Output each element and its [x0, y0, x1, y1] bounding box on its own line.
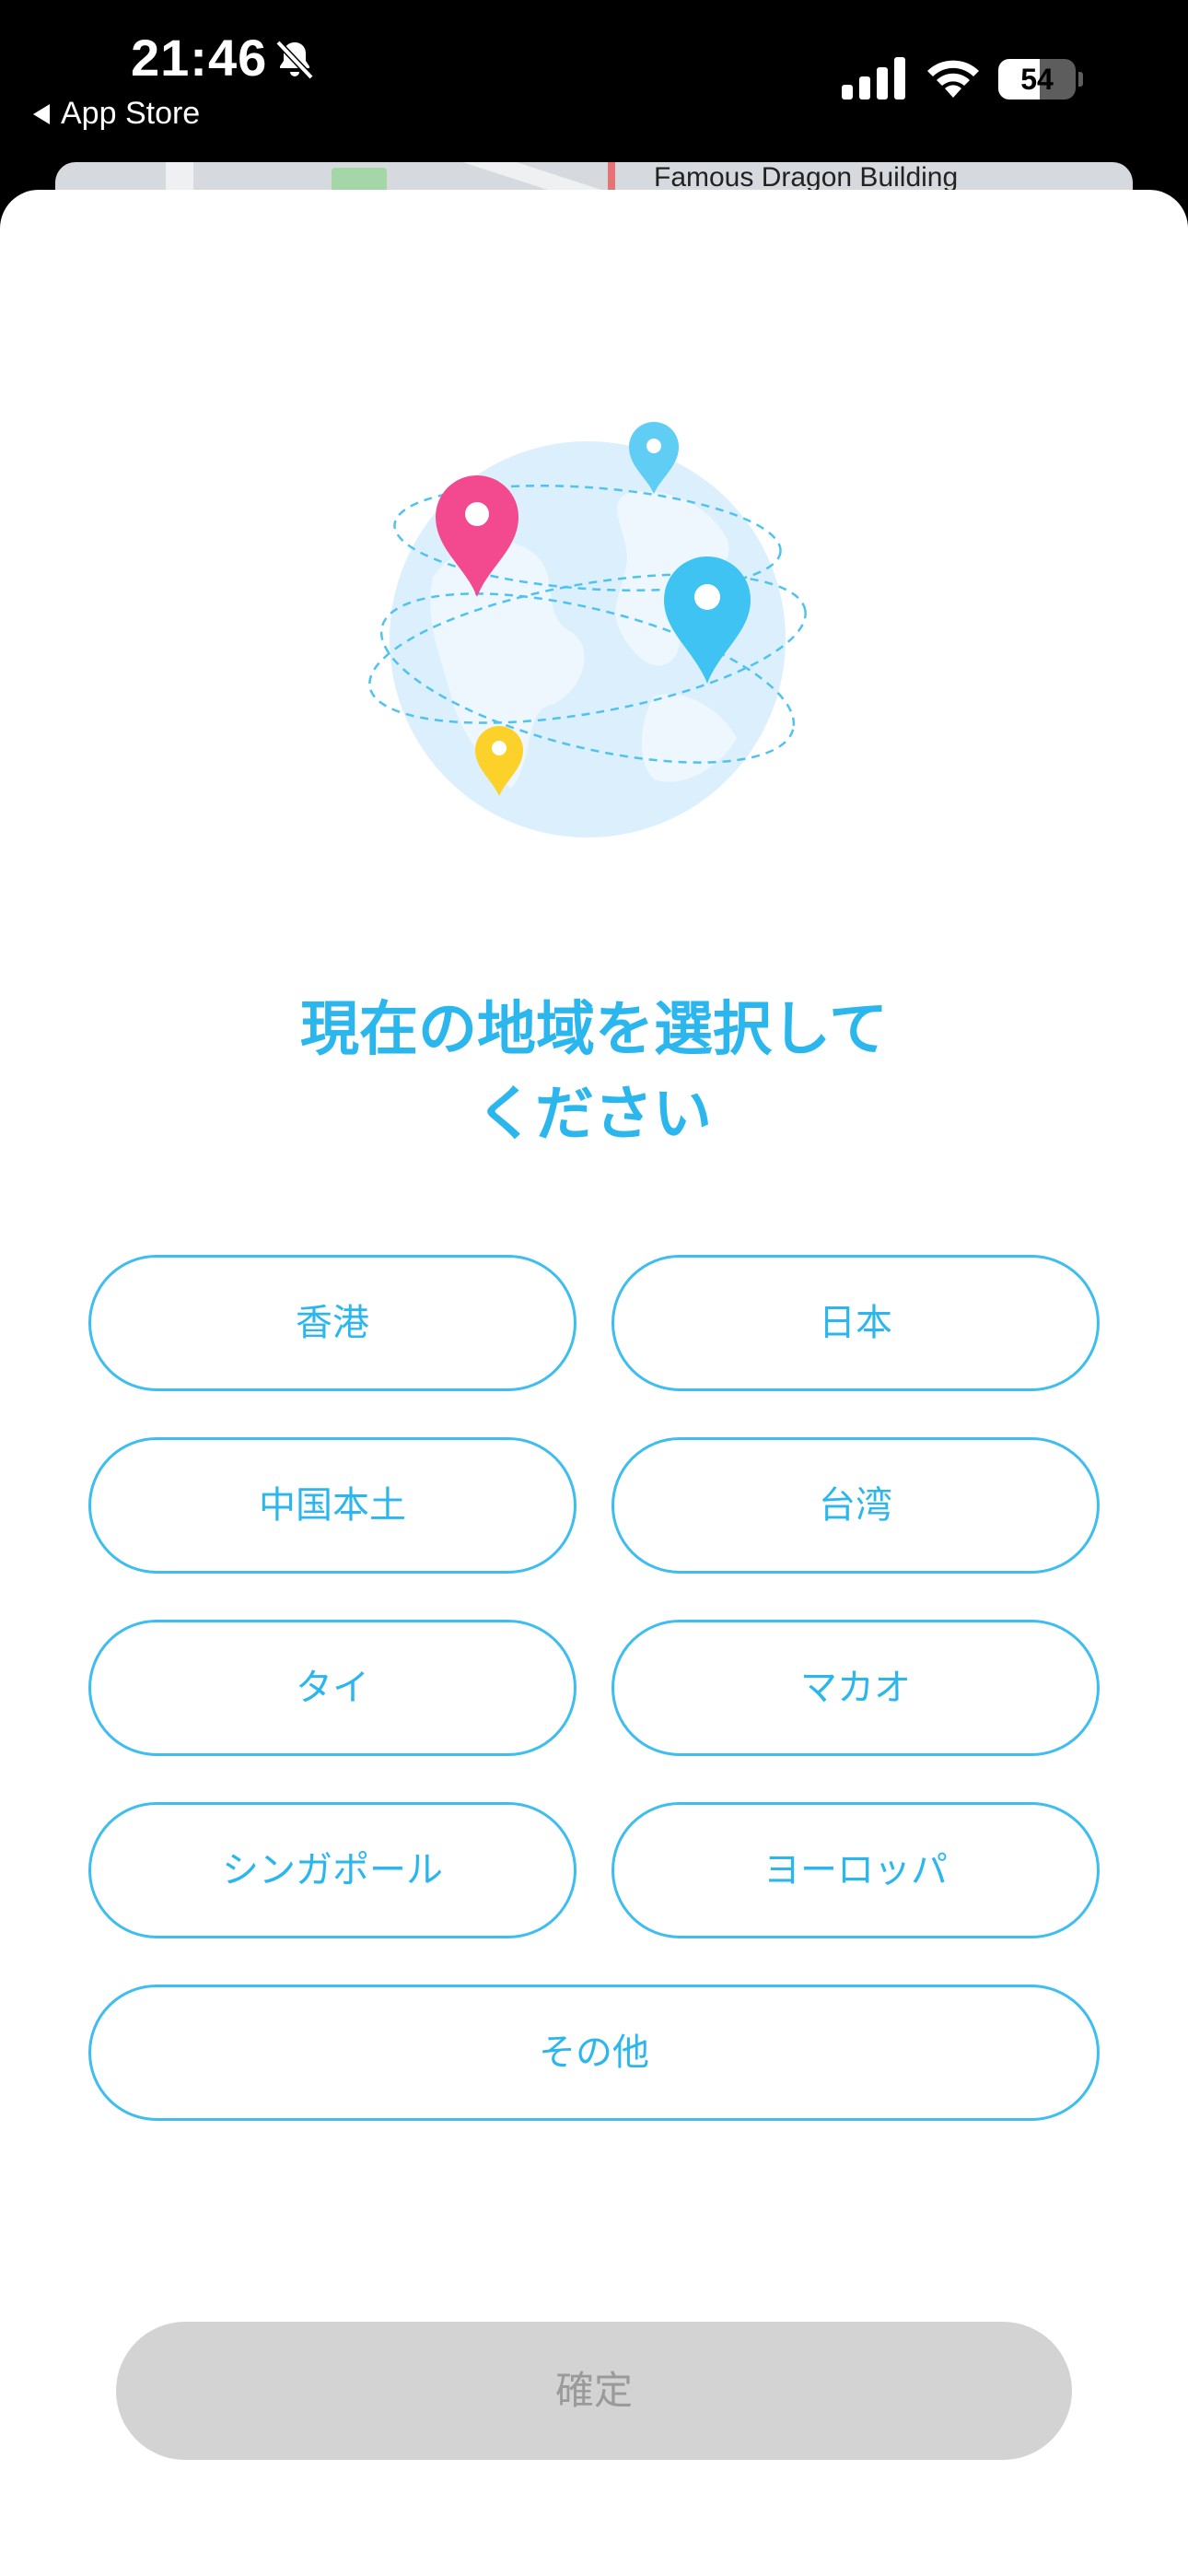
region-button-thailand[interactable]: タイ — [88, 1620, 577, 1756]
globe-with-location-pins-icon — [368, 422, 807, 837]
battery-level: 54 — [1020, 63, 1054, 96]
battery-cap — [1078, 72, 1083, 87]
title-line-1: 現在の地域を選択して — [299, 996, 889, 1064]
region-button-europe[interactable]: ヨーロッパ — [611, 1802, 1100, 1938]
region-button-mainland-china[interactable]: 中国本土 — [88, 1437, 577, 1574]
back-link-label: App Store — [61, 96, 201, 131]
confirm-button[interactable]: 確定 — [116, 2322, 1072, 2460]
region-button-taiwan[interactable]: 台湾 — [611, 1437, 1100, 1574]
page-title: 現在の地域を選択して ください — [111, 988, 1077, 1157]
wifi-icon — [927, 60, 979, 98]
battery-body: 54 — [998, 59, 1076, 100]
bell-slash-icon — [275, 40, 314, 80]
region-selection-sheet: 現在の地域を選択して ください 香港 日本 中国本土 台湾 タイ マカオ シンガ… — [0, 190, 1188, 2576]
status-bar: 21:46 App Store 54 — [0, 0, 1188, 166]
region-button-singapore[interactable]: シンガポール — [88, 1802, 577, 1938]
back-arrow-icon — [33, 103, 50, 124]
region-button-other[interactable]: その他 — [88, 1985, 1100, 2121]
map-place-label: Famous Dragon Building — [654, 162, 959, 193]
region-button-macau[interactable]: マカオ — [611, 1620, 1100, 1756]
back-to-app-store-link[interactable]: App Store — [33, 96, 200, 132]
region-button-japan[interactable]: 日本 — [611, 1255, 1100, 1391]
title-line-2: ください — [476, 1081, 712, 1149]
battery-icon: 54 — [998, 59, 1083, 100]
region-button-hong-kong[interactable]: 香港 — [88, 1255, 577, 1391]
screen: 21:46 App Store 54 Famous Dragon Buildin… — [0, 0, 1188, 2576]
cellular-signal-icon — [842, 57, 905, 100]
status-time: 21:46 — [131, 29, 268, 87]
